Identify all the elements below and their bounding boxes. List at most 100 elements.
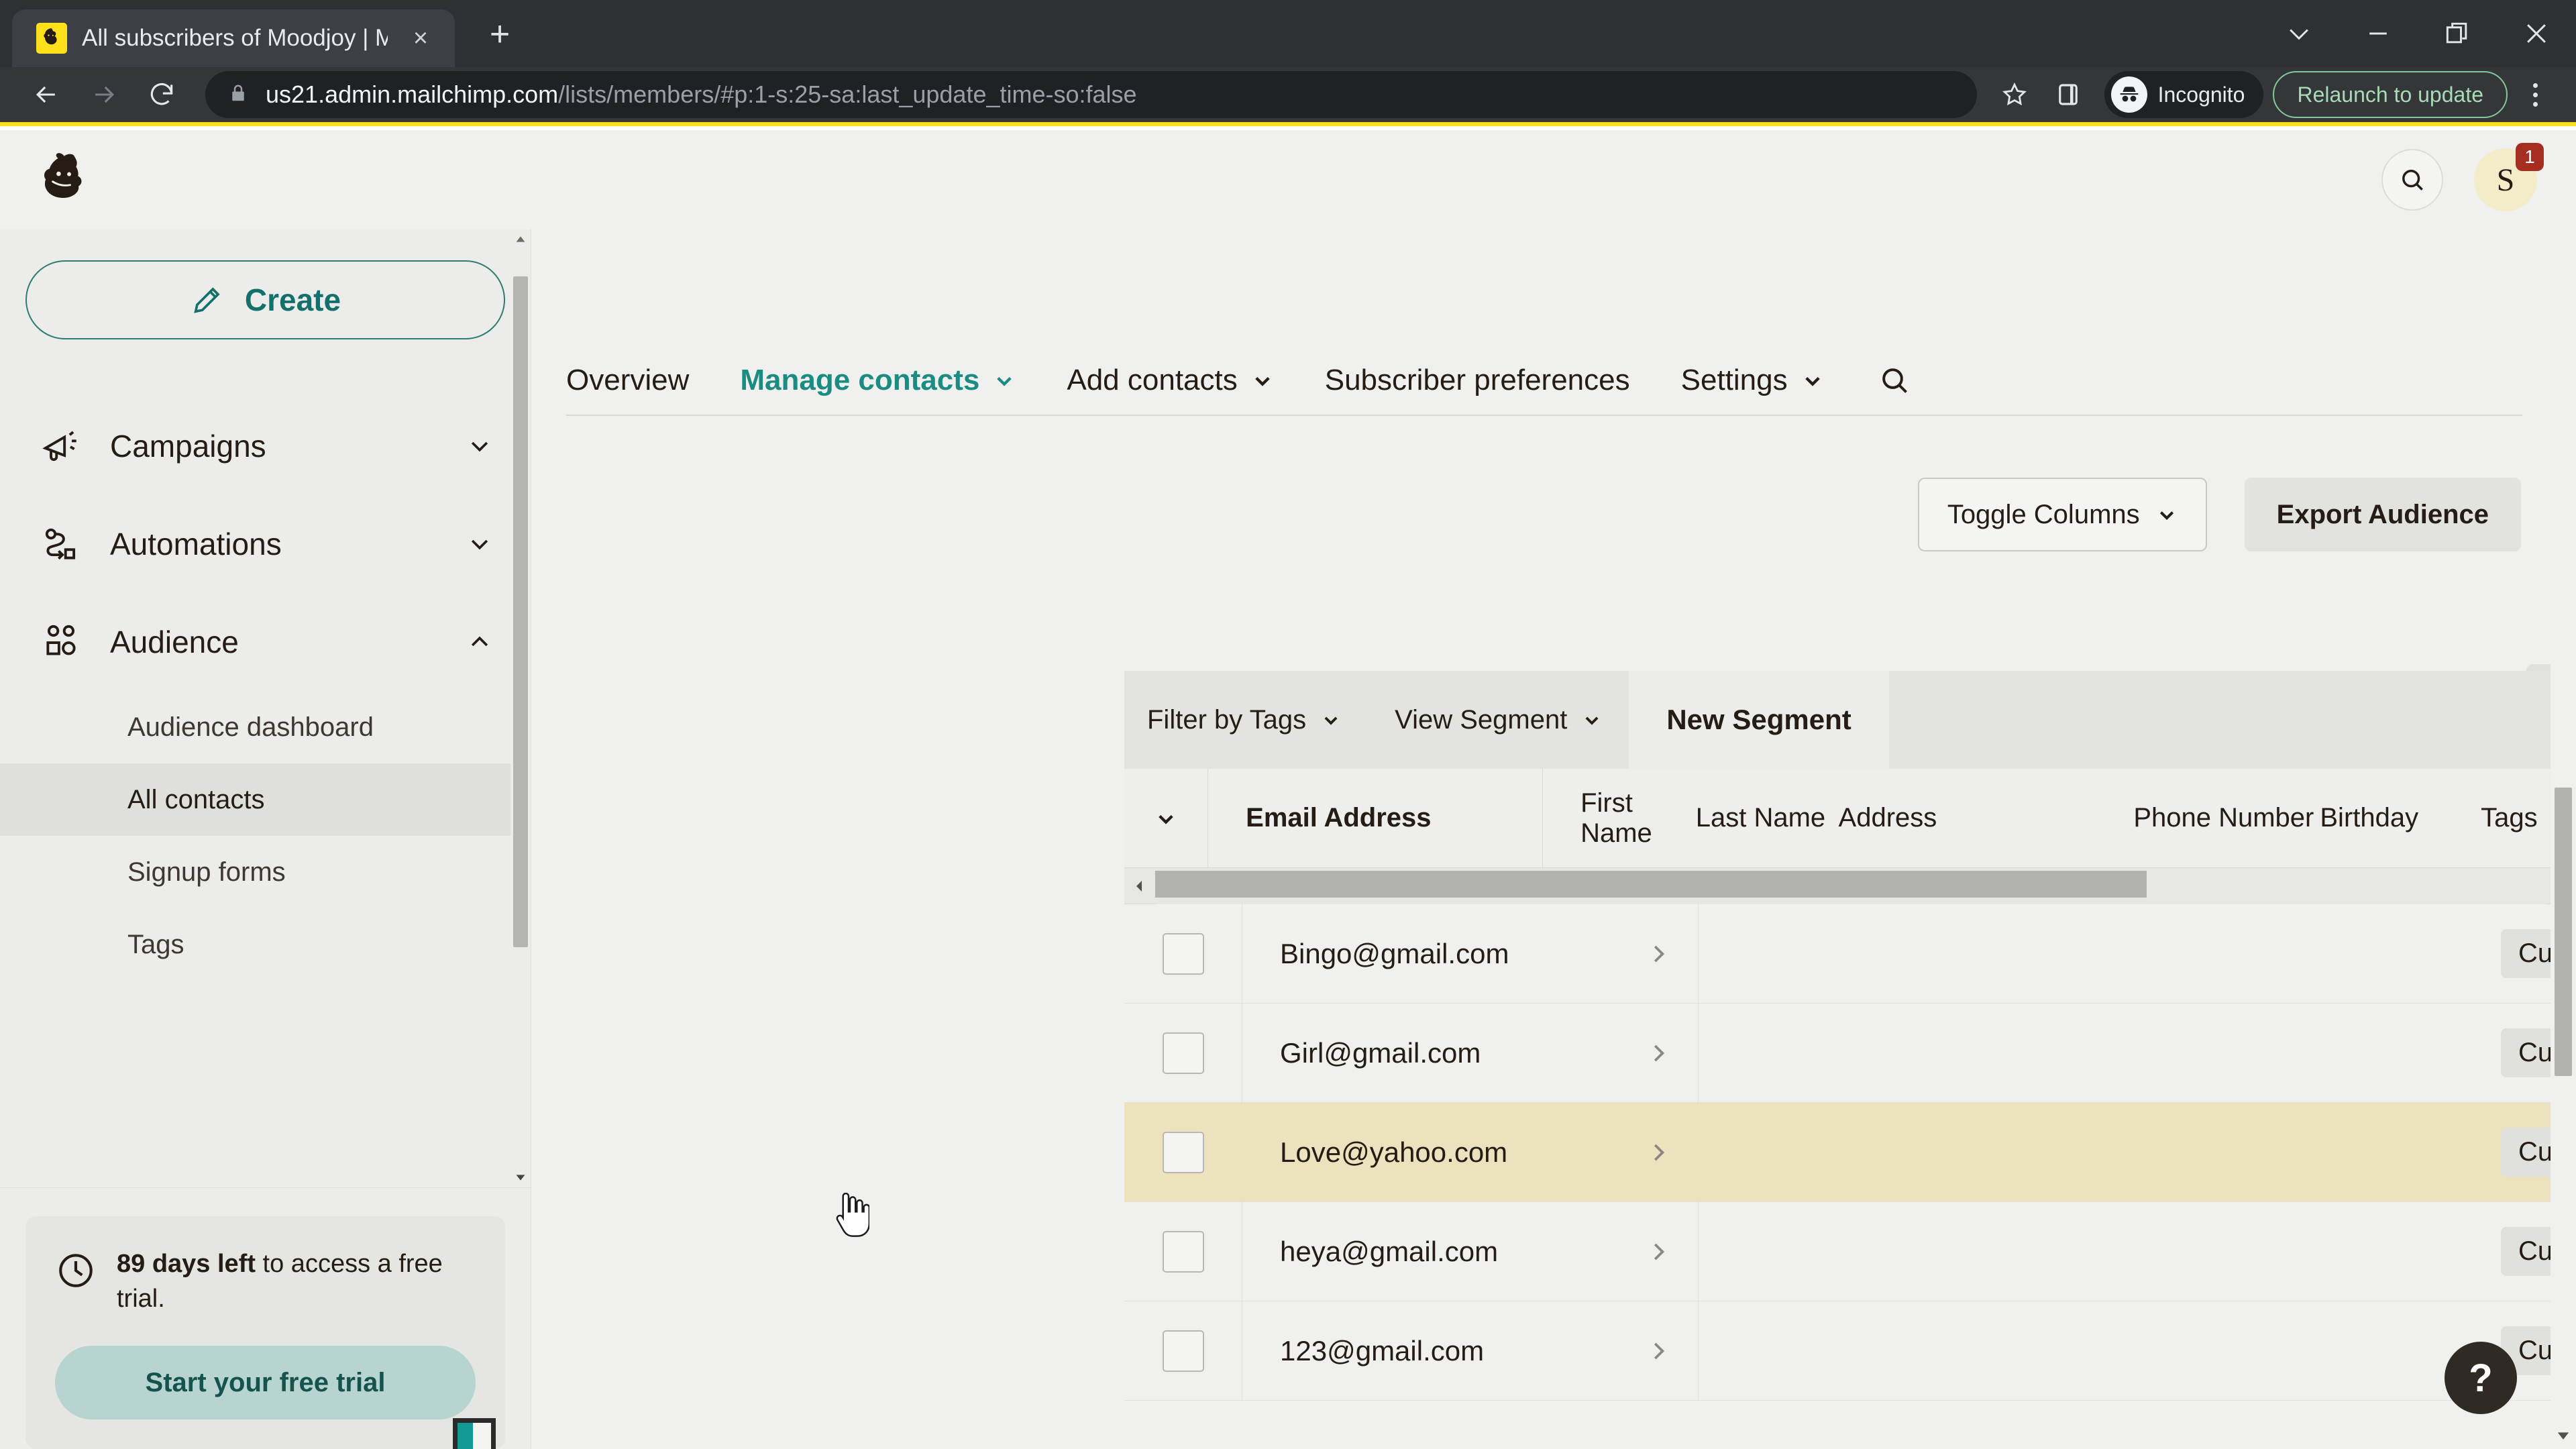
relaunch-to-update-button[interactable]: Relaunch to update	[2273, 71, 2508, 118]
forward-icon[interactable]	[75, 66, 133, 123]
column-header-birthday[interactable]: Birthday	[2320, 769, 2481, 867]
restore-icon[interactable]	[2418, 0, 2497, 67]
row-checkbox[interactable]	[1162, 1330, 1204, 1372]
tab-subscriber-preferences[interactable]: Subscriber preferences	[1299, 364, 1656, 397]
tab-label: Overview	[566, 364, 690, 396]
tab-search-chevron-down-icon[interactable]	[2259, 0, 2339, 67]
chevron-right-icon[interactable]	[1646, 1140, 1671, 1165]
table-row[interactable]: Love@yahoo.com Cu	[1124, 1103, 2576, 1202]
row-checkbox-cell[interactable]	[1124, 1301, 1242, 1400]
trial-card: 89 days left to access a free trial. Sta…	[25, 1216, 505, 1449]
new-segment-button[interactable]: New Segment	[1629, 671, 1889, 769]
row-email-cell[interactable]: Love@yahoo.com	[1242, 1103, 1699, 1201]
column-header-first-name[interactable]: First Name	[1543, 769, 1696, 867]
scroll-down-icon[interactable]	[511, 1167, 531, 1187]
create-button[interactable]: Create	[25, 260, 505, 339]
chevron-down-icon	[466, 433, 493, 460]
sidebar-scrollbar[interactable]	[511, 229, 531, 1188]
sidebar-subitem-tags[interactable]: Tags	[0, 908, 531, 981]
export-audience-button[interactable]: Export Audience	[2244, 478, 2521, 551]
chevron-right-icon[interactable]	[1646, 941, 1671, 967]
column-header-phone-number[interactable]: Phone Number	[2133, 769, 2320, 867]
start-free-trial-button[interactable]: Start your free trial	[55, 1346, 476, 1419]
megaphone-icon	[40, 425, 82, 467]
row-checkbox-cell[interactable]	[1124, 1004, 1242, 1102]
scroll-up-icon[interactable]	[511, 229, 531, 250]
column-header-address[interactable]: Address	[1839, 769, 2134, 867]
row-checkbox[interactable]	[1162, 932, 1204, 975]
row-email-cell[interactable]: Girl@gmail.com	[1242, 1004, 1699, 1102]
hscroll-track[interactable]	[1155, 867, 2545, 904]
tab-add-contacts[interactable]: Add contacts	[1041, 364, 1299, 397]
sidebar-item-automations[interactable]: Automations	[0, 495, 531, 593]
row-checkbox[interactable]	[1162, 1131, 1204, 1173]
table-row[interactable]: heya@gmail.com Cu	[1124, 1202, 2576, 1301]
chevron-right-icon[interactable]	[1646, 1239, 1671, 1265]
chevron-down-icon	[1324, 716, 1338, 725]
row-email-cell[interactable]: Bingo@gmail.com	[1242, 904, 1699, 1003]
tab-overview[interactable]: Overview	[566, 364, 714, 397]
row-checkbox-cell[interactable]	[1124, 904, 1242, 1003]
select-all-dropdown[interactable]	[1124, 769, 1209, 867]
app-body: Create Campaigns Automations Audience Au…	[0, 229, 2576, 1449]
toggle-columns-button[interactable]: Toggle Columns	[1917, 478, 2207, 551]
view-segment-button[interactable]: View Segment	[1368, 671, 1629, 769]
table-row[interactable]: Bingo@gmail.com Cu	[1124, 904, 2576, 1004]
tab-label: Manage contacts	[740, 364, 980, 396]
sidebar-subitem-all-contacts[interactable]: All contacts	[0, 763, 531, 836]
contact-email: 123@gmail.com	[1280, 1334, 1485, 1366]
tab-search-icon[interactable]	[1849, 364, 1931, 397]
table-row[interactable]: Girl@gmail.com Cu	[1124, 1004, 2576, 1103]
tab-settings[interactable]: Settings	[1656, 364, 1849, 397]
new-tab-button[interactable]: +	[471, 5, 529, 63]
filter-by-tags-button[interactable]: Filter by Tags	[1124, 671, 1368, 769]
sidebar-item-campaigns[interactable]: Campaigns	[0, 397, 531, 495]
column-header-email-address[interactable]: Email Address	[1208, 769, 1544, 867]
theme-toggle-swatch-icon[interactable]	[453, 1418, 496, 1449]
app-search-icon[interactable]	[2381, 149, 2443, 211]
browser-tab[interactable]: All subscribers of Moodjoy | Mai ×	[12, 9, 455, 67]
sidebar-scrollbar-thumb[interactable]	[513, 276, 528, 947]
sidebar-subitem-signup-forms[interactable]: Signup forms	[0, 836, 531, 908]
sidebar-item-audience[interactable]: Audience	[0, 593, 531, 691]
sidebar-item-label: Audience	[110, 625, 239, 659]
sidebar-subitem-audience-dashboard[interactable]: Audience dashboard	[0, 691, 531, 763]
tab-manage-contacts[interactable]: Manage contacts	[714, 364, 1041, 397]
address-bar[interactable]: us21.admin.mailchimp.com/lists/members/#…	[205, 71, 1977, 118]
close-tab-icon[interactable]: ×	[402, 20, 439, 56]
chevron-down-icon	[2159, 511, 2174, 521]
reload-icon[interactable]	[133, 66, 191, 123]
row-checkbox[interactable]	[1162, 1230, 1204, 1273]
hscroll-thumb[interactable]	[1155, 870, 2147, 898]
row-checkbox-cell[interactable]	[1124, 1202, 1242, 1301]
chrome-menu-icon[interactable]	[2512, 68, 2559, 121]
table-row[interactable]: 123@gmail.com Cu	[1124, 1301, 2576, 1401]
scroll-down-icon[interactable]	[2554, 1426, 2573, 1445]
chevron-right-icon[interactable]	[1646, 1338, 1671, 1364]
toggle-columns-label: Toggle Columns	[1947, 499, 2140, 529]
row-email-cell[interactable]: heya@gmail.com	[1242, 1202, 1699, 1301]
mailchimp-logo-icon[interactable]	[27, 143, 101, 217]
window-controls	[2259, 0, 2576, 67]
sidebar-scrollbar-track[interactable]	[511, 250, 531, 1167]
chevron-right-icon[interactable]	[1646, 1040, 1671, 1066]
help-button[interactable]: ?	[2445, 1342, 2517, 1414]
column-header-last-name[interactable]: Last Name	[1696, 769, 1839, 867]
avatar-initial: S	[2496, 162, 2515, 198]
avatar[interactable]: S 1	[2474, 143, 2544, 211]
row-checkbox-cell[interactable]	[1124, 1103, 1242, 1201]
tab-label: Add contacts	[1067, 364, 1238, 396]
incognito-indicator[interactable]: Incognito	[2104, 71, 2264, 118]
page-scrollbar[interactable]	[2551, 329, 2576, 1449]
row-checkbox[interactable]	[1162, 1032, 1204, 1074]
bookmark-star-icon[interactable]	[1988, 68, 2041, 121]
row-email-cell[interactable]: 123@gmail.com	[1242, 1301, 1699, 1400]
table-horizontal-scrollbar[interactable]	[1124, 867, 2576, 904]
back-icon[interactable]	[17, 66, 75, 123]
scroll-left-icon[interactable]	[1124, 868, 1155, 904]
browser-window: All subscribers of Moodjoy | Mai × + us2…	[0, 0, 2576, 1449]
page-scrollbar-thumb[interactable]	[2555, 788, 2572, 1076]
close-window-icon[interactable]	[2497, 0, 2576, 67]
minimize-icon[interactable]	[2339, 0, 2418, 67]
side-panel-icon[interactable]	[2041, 68, 2095, 121]
